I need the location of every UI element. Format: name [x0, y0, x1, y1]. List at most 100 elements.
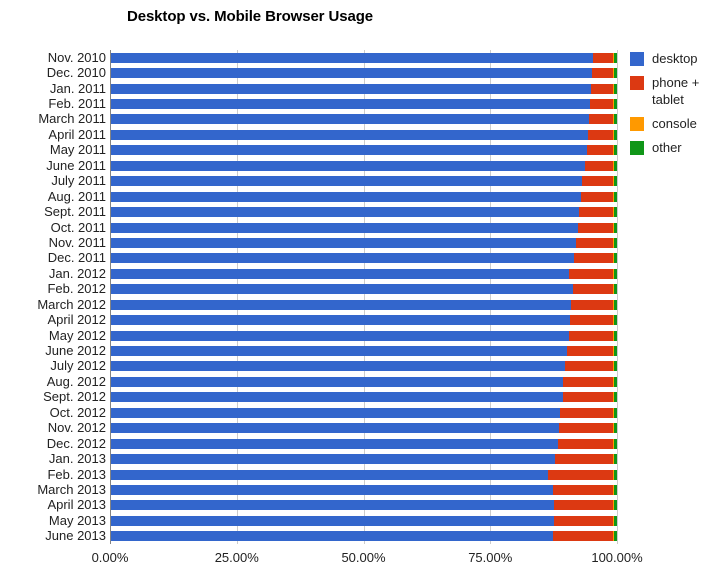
bar-segment-other[interactable] — [614, 222, 617, 233]
bar-segment-other[interactable] — [614, 207, 617, 218]
bar-row[interactable] — [110, 191, 617, 202]
bar-segment-phone-tablet[interactable] — [576, 237, 614, 248]
bar-row[interactable] — [110, 253, 617, 264]
bar-segment-other[interactable] — [614, 160, 617, 171]
bar-row[interactable] — [110, 68, 617, 79]
bar-segment-desktop[interactable] — [110, 438, 558, 449]
bar-segment-other[interactable] — [614, 500, 617, 511]
bar-segment-phone-tablet[interactable] — [572, 284, 614, 295]
bar-segment-other[interactable] — [614, 315, 617, 326]
bar-segment-other[interactable] — [614, 268, 617, 279]
bar-segment-other[interactable] — [614, 253, 617, 264]
bar-segment-phone-tablet[interactable] — [585, 160, 614, 171]
bar-segment-phone-tablet[interactable] — [588, 129, 614, 140]
bar-row[interactable] — [110, 330, 617, 341]
bar-segment-other[interactable] — [614, 330, 617, 341]
bar-segment-other[interactable] — [614, 454, 617, 465]
bar-segment-phone-tablet[interactable] — [554, 500, 614, 511]
bar-segment-desktop[interactable] — [110, 407, 561, 418]
bar-segment-phone-tablet[interactable] — [552, 531, 614, 542]
bar-row[interactable] — [110, 284, 617, 295]
bar-segment-desktop[interactable] — [110, 268, 570, 279]
bar-row[interactable] — [110, 176, 617, 187]
bar-segment-desktop[interactable] — [110, 330, 569, 341]
bar-row[interactable] — [110, 160, 617, 171]
bar-segment-other[interactable] — [614, 469, 617, 480]
bar-row[interactable] — [110, 299, 617, 310]
bar-row[interactable] — [110, 145, 617, 156]
legend-item-desktop[interactable]: desktop — [630, 50, 720, 67]
bar-segment-other[interactable] — [614, 299, 617, 310]
bar-segment-other[interactable] — [614, 438, 617, 449]
bar-segment-desktop[interactable] — [110, 160, 586, 171]
bar-segment-desktop[interactable] — [110, 52, 593, 63]
legend-item-console[interactable]: console — [630, 115, 720, 132]
bar-segment-phone-tablet[interactable] — [553, 515, 614, 526]
bar-segment-phone-tablet[interactable] — [567, 346, 614, 357]
bar-segment-other[interactable] — [614, 145, 617, 156]
bar-segment-phone-tablet[interactable] — [574, 253, 614, 264]
bar-segment-desktop[interactable] — [110, 376, 564, 387]
bar-row[interactable] — [110, 469, 617, 480]
bar-segment-desktop[interactable] — [110, 207, 580, 218]
bar-row[interactable] — [110, 484, 617, 495]
bar-row[interactable] — [110, 454, 617, 465]
bar-segment-other[interactable] — [614, 531, 617, 542]
bar-row[interactable] — [110, 423, 617, 434]
legend-item-phone-tablet[interactable]: phone + tablet — [630, 74, 720, 108]
bar-segment-other[interactable] — [614, 99, 617, 110]
bar-segment-desktop[interactable] — [110, 222, 578, 233]
bar-segment-desktop[interactable] — [110, 454, 555, 465]
bar-row[interactable] — [110, 392, 617, 403]
bar-segment-phone-tablet[interactable] — [563, 376, 614, 387]
bar-segment-other[interactable] — [614, 129, 617, 140]
bar-segment-desktop[interactable] — [110, 176, 583, 187]
bar-segment-desktop[interactable] — [110, 500, 555, 511]
bar-segment-desktop[interactable] — [110, 469, 549, 480]
bar-segment-phone-tablet[interactable] — [558, 423, 614, 434]
bar-segment-phone-tablet[interactable] — [553, 484, 614, 495]
bar-row[interactable] — [110, 83, 617, 94]
bar-segment-desktop[interactable] — [110, 83, 591, 94]
bar-row[interactable] — [110, 500, 617, 511]
bar-segment-phone-tablet[interactable] — [557, 438, 614, 449]
bar-row[interactable] — [110, 407, 617, 418]
bar-segment-phone-tablet[interactable] — [592, 52, 614, 63]
bar-row[interactable] — [110, 222, 617, 233]
bar-segment-phone-tablet[interactable] — [581, 191, 614, 202]
bar-segment-other[interactable] — [614, 423, 617, 434]
bar-segment-other[interactable] — [614, 376, 617, 387]
bar-segment-phone-tablet[interactable] — [568, 330, 614, 341]
bar-segment-phone-tablet[interactable] — [565, 361, 614, 372]
bar-segment-other[interactable] — [614, 52, 617, 63]
bar-segment-phone-tablet[interactable] — [571, 299, 614, 310]
bar-segment-other[interactable] — [614, 114, 617, 125]
bar-row[interactable] — [110, 114, 617, 125]
bar-row[interactable] — [110, 361, 617, 372]
bar-segment-other[interactable] — [614, 346, 617, 357]
bar-segment-phone-tablet[interactable] — [560, 407, 614, 418]
bar-row[interactable] — [110, 376, 617, 387]
bar-row[interactable] — [110, 237, 617, 248]
bar-segment-phone-tablet[interactable] — [582, 176, 614, 187]
bar-row[interactable] — [110, 346, 617, 357]
bar-row[interactable] — [110, 129, 617, 140]
bar-segment-phone-tablet[interactable] — [579, 207, 614, 218]
bar-segment-phone-tablet[interactable] — [548, 469, 614, 480]
bar-row[interactable] — [110, 99, 617, 110]
bar-segment-other[interactable] — [614, 361, 617, 372]
bar-row[interactable] — [110, 531, 617, 542]
bar-segment-other[interactable] — [614, 237, 617, 248]
bar-segment-desktop[interactable] — [110, 423, 559, 434]
bar-segment-desktop[interactable] — [110, 253, 575, 264]
bar-row[interactable] — [110, 52, 617, 63]
bar-segment-phone-tablet[interactable] — [589, 99, 614, 110]
bar-row[interactable] — [110, 315, 617, 326]
bar-segment-phone-tablet[interactable] — [590, 83, 614, 94]
bar-segment-desktop[interactable] — [110, 129, 589, 140]
bar-segment-desktop[interactable] — [110, 346, 568, 357]
bar-segment-desktop[interactable] — [110, 145, 587, 156]
bar-segment-desktop[interactable] — [110, 315, 571, 326]
bar-segment-phone-tablet[interactable] — [591, 68, 614, 79]
bar-segment-phone-tablet[interactable] — [586, 145, 614, 156]
